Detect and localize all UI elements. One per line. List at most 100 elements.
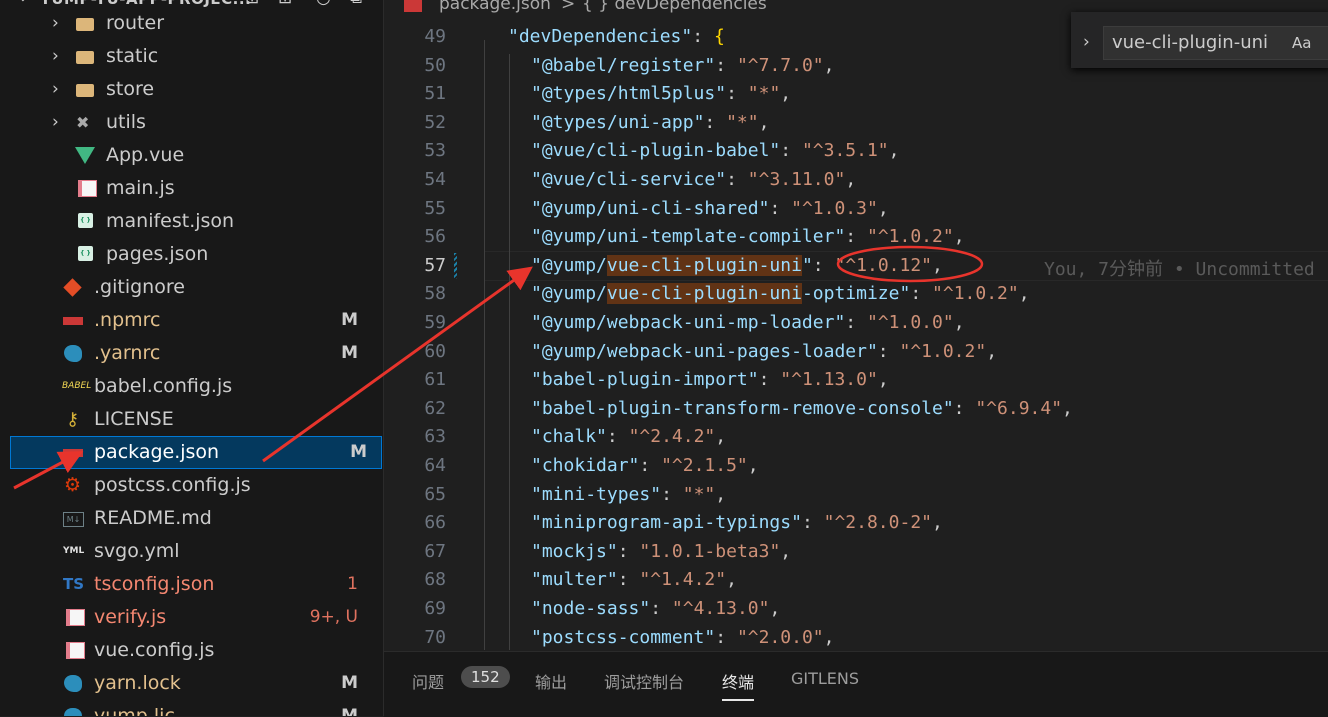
breadcrumb-symbol[interactable]: { } devDependencies xyxy=(582,0,767,14)
file-manifest-json[interactable]: { } manifest.json xyxy=(0,205,383,238)
folder-router[interactable]: › router xyxy=(0,7,383,40)
markdown-file-icon: M↓ xyxy=(63,512,84,527)
file-svgo-yml[interactable]: YML svgo.yml xyxy=(0,535,383,568)
punctuation: , xyxy=(932,512,943,534)
chevron-right-icon[interactable]: › xyxy=(52,40,59,73)
json-value: "^1.0.12" xyxy=(834,254,933,276)
line-number: 59 xyxy=(424,312,446,333)
line-number: 52 xyxy=(424,111,446,133)
line-number: 60 xyxy=(424,340,446,362)
file-tsconfig[interactable]: TS tsconfig.json 1 xyxy=(0,568,383,601)
file-vue-config[interactable]: vue.config.js xyxy=(0,634,383,667)
punctuation: : xyxy=(617,569,640,591)
code-line[interactable]: 54 "@vue/cli-service": "^3.11.0", xyxy=(384,166,1328,195)
line-number: 51 xyxy=(424,83,446,105)
file-yump-lic[interactable]: yump.lic M xyxy=(0,700,383,716)
tab-problems[interactable]: 问题 xyxy=(412,669,444,693)
file-npmrc[interactable]: .npmrc M xyxy=(0,304,383,337)
problem-count-badge: 9+, U xyxy=(309,607,358,627)
breadcrumb-separator: > xyxy=(561,0,576,14)
code-line[interactable]: 58 "@yump/vue-cli-plugin-uni-optimize": "… xyxy=(384,280,1328,309)
code-line[interactable]: 65 "mini-types": "*", xyxy=(384,481,1328,510)
punctuation: , xyxy=(823,54,835,76)
chevron-right-icon[interactable]: › xyxy=(52,7,59,40)
git-status-badge: M xyxy=(341,310,358,330)
code-editor[interactable]: package.json > { } devDependencies 49 "de… xyxy=(384,0,1328,650)
find-match-highlight: vue-cli-plugin-uni xyxy=(606,254,802,276)
json-value: "^2.4.2" xyxy=(628,426,716,448)
code-line[interactable]: 51 "@types/html5plus": "*", xyxy=(384,80,1328,109)
punctuation: : xyxy=(726,83,748,105)
folder-utils[interactable]: › ✖ utils xyxy=(0,106,383,139)
code-line[interactable]: 61 "babel-plugin-import": "^1.13.0", xyxy=(384,366,1328,395)
vue-file-icon xyxy=(75,147,95,164)
code-line[interactable]: 63 "chalk": "^2.4.2", xyxy=(384,423,1328,452)
file-license[interactable]: ⚷ LICENSE xyxy=(0,403,383,436)
tab-gitlens[interactable]: GITLENS xyxy=(791,669,859,688)
file-yarnrc[interactable]: .yarnrc M xyxy=(0,337,383,370)
folder-store[interactable]: › store xyxy=(0,73,383,106)
license-key-icon: ⚷ xyxy=(66,409,80,430)
code-line[interactable]: 70 "postcss-comment": "^2.0.0", xyxy=(384,624,1328,650)
file-yarn-lock[interactable]: yarn.lock M xyxy=(0,667,383,700)
json-value: "^7.7.0" xyxy=(736,54,824,76)
code-text: "@yump/webpack-uni-mp-loader": "^1.0.0", xyxy=(531,312,965,333)
file-readme[interactable]: M↓ README.md xyxy=(0,502,383,535)
code-line[interactable]: 59 "@yump/webpack-uni-mp-loader": "^1.0.0… xyxy=(384,309,1328,338)
chevron-right-icon[interactable]: › xyxy=(1083,32,1090,52)
js-file-icon xyxy=(66,642,85,659)
code-line[interactable]: 60 "@yump/webpack-uni-pages-loader": "^1.… xyxy=(384,338,1328,367)
file-postcss-config[interactable]: ⚙ postcss.config.js xyxy=(0,469,383,502)
yarn-file-icon xyxy=(64,675,82,692)
tab-debug-console[interactable]: 调试控制台 xyxy=(604,669,684,693)
json-key: "miniprogram-api-typings" xyxy=(531,512,802,534)
file-app-vue[interactable]: App.vue xyxy=(0,139,383,172)
code-line[interactable]: 67 "mockjs": "1.0.1-beta3", xyxy=(384,538,1328,567)
code-line[interactable]: 64 "chokidar": "^2.1.5", xyxy=(384,452,1328,481)
file-verify-js[interactable]: verify.js 9+, U xyxy=(0,601,383,634)
tab-terminal[interactable]: 终端 xyxy=(722,669,755,701)
file-gitignore[interactable]: .gitignore xyxy=(0,271,383,304)
code-text: "node-sass": "^4.13.0", xyxy=(531,598,780,619)
tree-item-label: package.json xyxy=(94,441,220,463)
code-line[interactable]: 62 "babel-plugin-transform-remove-console… xyxy=(384,395,1328,424)
punctuation: : xyxy=(801,512,824,534)
tree-item-label: postcss.config.js xyxy=(94,474,251,496)
punctuation: , xyxy=(1062,397,1073,419)
code-line[interactable]: 69 "node-sass": "^4.13.0", xyxy=(384,595,1328,624)
punctuation: : xyxy=(910,283,933,305)
punctuation: : xyxy=(650,598,672,619)
breadcrumb-file[interactable]: package.json xyxy=(439,0,551,14)
file-babel-config[interactable]: BABEL babel.config.js xyxy=(0,370,383,403)
tab-output[interactable]: 输出 xyxy=(535,669,567,693)
chevron-down-icon[interactable]: ⌵ xyxy=(18,0,28,5)
find-input[interactable]: vue-cli-plugin-uni Aa xyxy=(1103,26,1328,60)
tree-item-label: .gitignore xyxy=(94,276,185,298)
find-input-value[interactable]: vue-cli-plugin-uni xyxy=(1112,32,1268,53)
code-line[interactable]: 56 "@yump/uni-template-compiler": "^1.0.2… xyxy=(384,223,1328,252)
json-value: "^1.0.2" xyxy=(866,226,954,248)
find-match-highlight: vue-cli-plugin-uni xyxy=(606,283,802,305)
code-line[interactable]: 53 "@vue/cli-plugin-babel": "^3.5.1", xyxy=(384,137,1328,166)
find-widget[interactable]: › vue-cli-plugin-uni Aa xyxy=(1071,12,1328,68)
tree-item-label: babel.config.js xyxy=(94,375,233,397)
punctuation: , xyxy=(877,197,889,219)
match-case-toggle[interactable]: Aa xyxy=(1292,34,1311,52)
tree-item-label: vue.config.js xyxy=(94,639,215,661)
postcss-gear-icon: ⚙ xyxy=(64,474,82,496)
problems-count-badge: 152 xyxy=(461,666,510,688)
code-line[interactable]: 55 "@yump/uni-cli-shared": "^1.0.3", xyxy=(384,195,1328,224)
code-line[interactable]: 66 "miniprogram-api-typings": "^2.8.0-2", xyxy=(384,509,1328,538)
code-line[interactable]: 52 "@types/uni-app": "*", xyxy=(384,109,1328,138)
folder-static[interactable]: › static xyxy=(0,40,383,73)
chevron-right-icon[interactable]: › xyxy=(52,73,59,106)
git-blame-annotation: You, 7分钟前 • Uncommitted xyxy=(1044,258,1315,280)
file-main-js[interactable]: main.js xyxy=(0,172,383,205)
code-line[interactable]: 68 "multer": "^1.4.2", xyxy=(384,566,1328,595)
json-value: "^2.0.0" xyxy=(736,626,824,648)
chevron-right-icon[interactable]: › xyxy=(52,106,59,139)
json-value: "*" xyxy=(726,111,759,133)
file-package-json[interactable]: package.json M xyxy=(10,436,382,469)
file-pages-json[interactable]: { } pages.json xyxy=(0,238,383,271)
code-line[interactable]: 57 "@yump/vue-cli-plugin-uni": "^1.0.12",… xyxy=(384,252,1328,281)
